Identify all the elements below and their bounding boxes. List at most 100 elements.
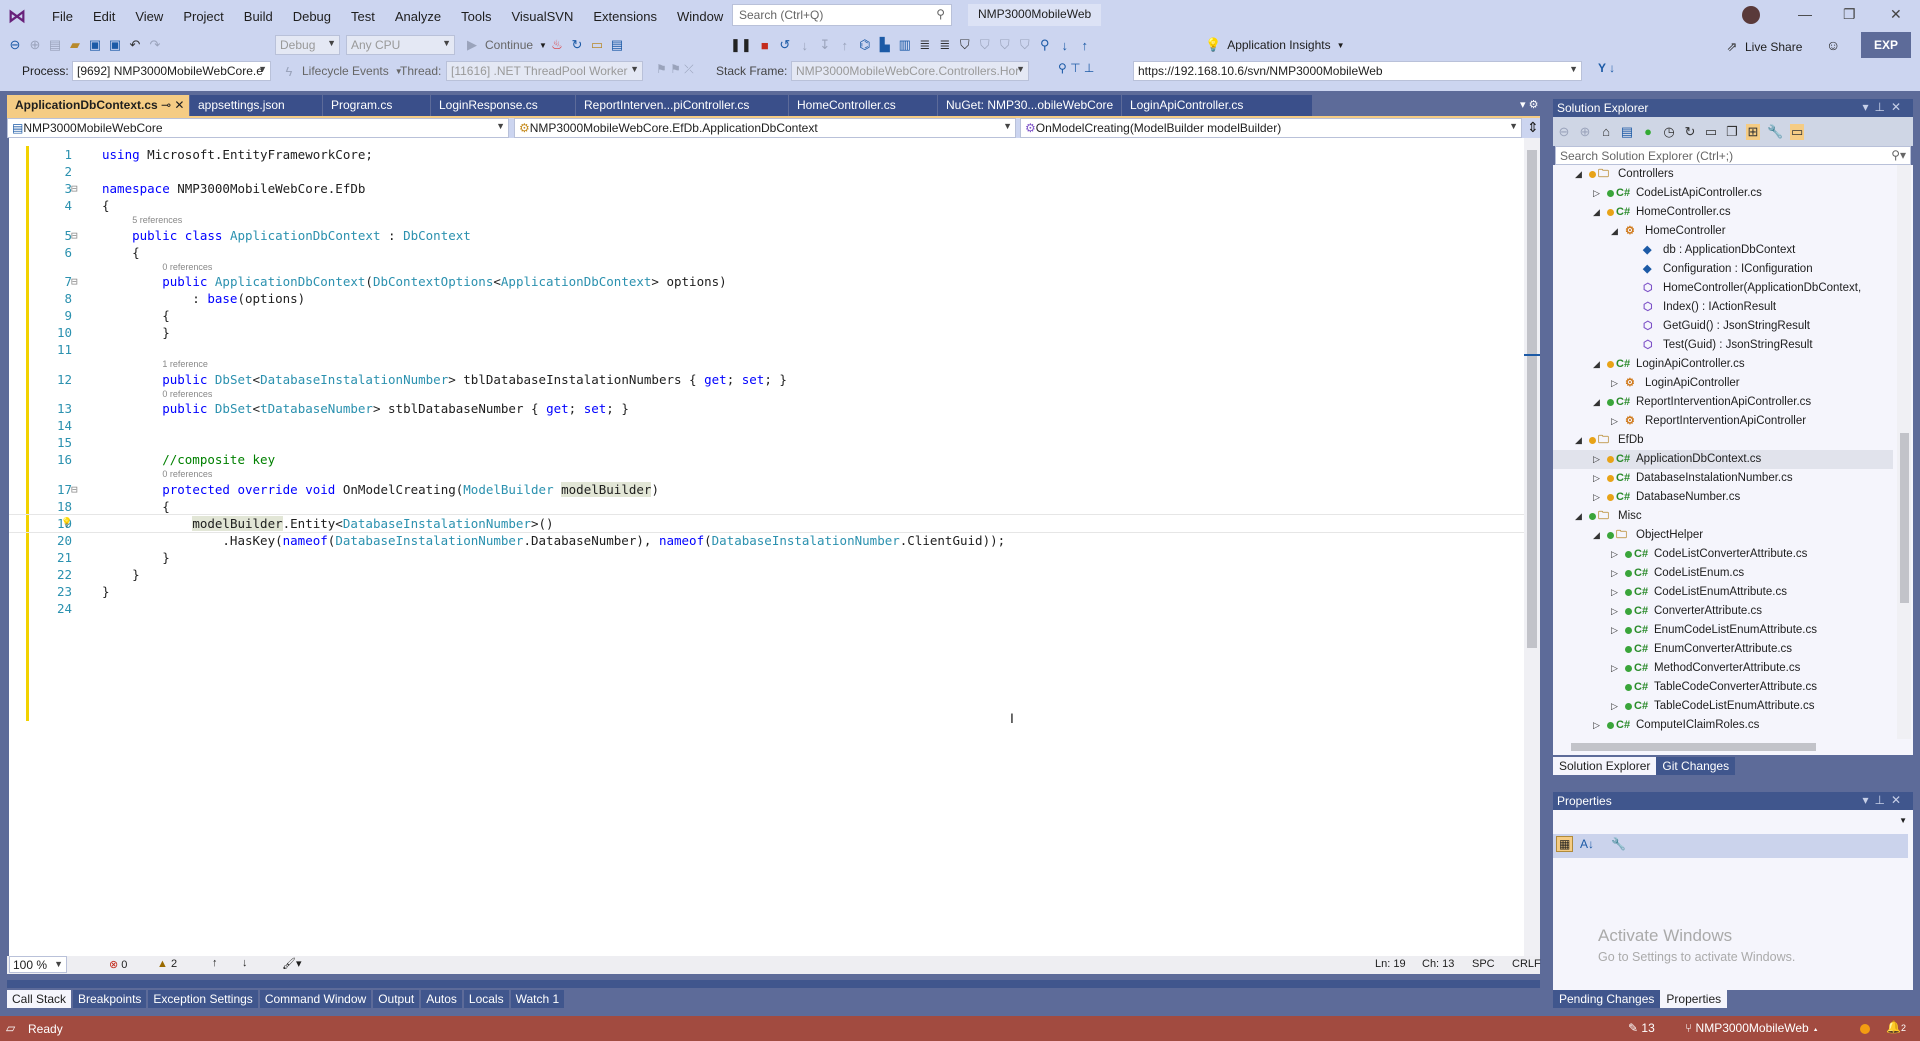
arrow-up-icon[interactable]: ↑ bbox=[1078, 38, 1092, 53]
collapsed-arrow-icon[interactable]: ▷ bbox=[1611, 697, 1621, 716]
new-item-icon[interactable]: ▤ bbox=[48, 37, 62, 53]
breakpoint-toggle-icon[interactable]: ▙ bbox=[878, 37, 892, 53]
next-issue-icon[interactable]: ↓ bbox=[242, 957, 248, 969]
next-bookmark-icon[interactable]: ⛉ bbox=[998, 37, 1012, 53]
lightbulb-icon[interactable]: 💡 bbox=[61, 515, 72, 532]
stop-icon[interactable]: ■ bbox=[758, 38, 772, 53]
bottom-tab[interactable]: Output bbox=[373, 990, 420, 1008]
history-icon[interactable]: ◷ bbox=[1662, 124, 1676, 140]
tree-item[interactable]: ▷ ⚙ ReportInterventionApiController bbox=[1553, 412, 1893, 431]
line-ending[interactable]: CRLF bbox=[1512, 958, 1541, 970]
collapsed-arrow-icon[interactable]: ▷ bbox=[1593, 450, 1603, 469]
flag-thread-icon[interactable]: ⚑ ⚑ ⤫ bbox=[656, 62, 694, 77]
outline-collapse-icon[interactable]: ⊟ bbox=[71, 481, 78, 498]
properties-wrench-icon[interactable]: 🔧 bbox=[1767, 124, 1783, 140]
tab-options-icon[interactable]: ▾ ⚙ bbox=[1520, 98, 1538, 111]
code-text[interactable]: { bbox=[102, 498, 170, 515]
code-text[interactable]: } bbox=[102, 549, 170, 566]
menu-item-edit[interactable]: Edit bbox=[83, 9, 125, 24]
bottom-tab[interactable]: Call Stack bbox=[7, 990, 72, 1008]
avatar[interactable] bbox=[1742, 6, 1760, 24]
tree-item[interactable]: ▷ C# ComputeIClaimRoles.cs bbox=[1553, 716, 1893, 735]
pause-icon[interactable]: ❚❚ bbox=[730, 37, 752, 53]
code-text[interactable]: namespace NMP3000MobileWebCore.EfDb bbox=[102, 180, 365, 197]
tree-item[interactable]: ◆ db : ApplicationDbContext bbox=[1553, 241, 1893, 260]
home-icon[interactable]: ⌂ bbox=[1599, 124, 1613, 139]
lifecycle-events-button[interactable]: ϟ Lifecycle Events ▼ bbox=[282, 59, 403, 83]
feedback-icon[interactable]: ☺ bbox=[1826, 37, 1840, 53]
tree-item[interactable]: ▷ C# DatabaseInstalationNumber.cs bbox=[1553, 469, 1893, 488]
expanded-arrow-icon[interactable]: ◢ bbox=[1593, 526, 1603, 545]
collapsed-arrow-icon[interactable]: ▷ bbox=[1611, 545, 1621, 564]
type-dropdown[interactable]: ⚙NMP3000MobileWebCore.EfDb.ApplicationDb… bbox=[514, 118, 1016, 138]
collapsed-arrow-icon[interactable]: ▷ bbox=[1593, 184, 1603, 203]
menu-item-extensions[interactable]: Extensions bbox=[583, 9, 667, 24]
tree-item[interactable]: ◢ ⚙ HomeController bbox=[1553, 222, 1893, 241]
arrow-down-icon[interactable]: ↓ bbox=[1058, 38, 1072, 53]
collapsed-arrow-icon[interactable]: ▷ bbox=[1611, 602, 1621, 621]
collapse-all-icon[interactable]: ▭ bbox=[1704, 124, 1718, 140]
tab-document[interactable]: appsettings.json bbox=[190, 95, 323, 116]
tree-item[interactable]: ◢ 🗀 Controllers bbox=[1553, 165, 1893, 184]
code-text[interactable]: //composite key bbox=[102, 451, 275, 468]
tree-item[interactable]: ▷ C# CodeListConverterAttribute.cs bbox=[1553, 545, 1893, 564]
bottom-tab[interactable]: Command Window bbox=[259, 990, 372, 1008]
tree-horizontal-scrollbar[interactable] bbox=[1553, 739, 1913, 755]
close-icon[interactable]: ✕ bbox=[1890, 6, 1902, 23]
menu-item-test[interactable]: Test bbox=[341, 9, 385, 24]
platform-select[interactable]: Any CPU ▼ bbox=[346, 35, 455, 55]
bottom-tab[interactable]: Locals bbox=[463, 990, 509, 1008]
collapsed-arrow-icon[interactable]: ▷ bbox=[1611, 621, 1621, 640]
tree-item[interactable]: ◆ Configuration : IConfiguration bbox=[1553, 260, 1893, 279]
tree-item[interactable]: ◢ 🗀 ObjectHelper bbox=[1553, 526, 1893, 545]
tree-item[interactable]: ▷ C# CodeListEnum.cs bbox=[1553, 564, 1893, 583]
clear-bookmarks-icon[interactable]: ⛉ bbox=[1018, 37, 1032, 53]
tree-item[interactable]: ▷ C# CodeListApiController.cs bbox=[1553, 184, 1893, 203]
restore-icon[interactable]: ❐ bbox=[1843, 6, 1856, 23]
prev-bookmark-icon[interactable]: ⛉ bbox=[978, 37, 992, 53]
status-indicator-icon[interactable] bbox=[1860, 1024, 1870, 1034]
menu-item-project[interactable]: Project bbox=[173, 9, 233, 24]
codelens-references[interactable]: 1 reference bbox=[9, 358, 1524, 371]
bottom-tab[interactable]: Exception Settings bbox=[148, 990, 258, 1008]
tree-item[interactable]: ▷ C# MethodConverterAttribute.cs bbox=[1553, 659, 1893, 678]
code-text[interactable]: public ApplicationDbContext(DbContextOpt… bbox=[102, 273, 726, 290]
tree-item[interactable]: ◢ C# ReportInterventionApiController.cs bbox=[1553, 393, 1893, 412]
back-icon[interactable]: ⊖ bbox=[1557, 124, 1571, 140]
tab-document[interactable]: NuGet: NMP30...obileWebCore bbox=[938, 95, 1122, 116]
bottom-tab[interactable]: Breakpoints bbox=[73, 990, 147, 1008]
hot-reload-icon[interactable]: ♨ bbox=[550, 37, 564, 53]
find-icon[interactable]: ⚲ bbox=[1038, 37, 1052, 53]
tab-document[interactable]: LoginApiController.cs bbox=[1122, 95, 1313, 116]
codelens-references[interactable]: 0 references bbox=[9, 468, 1524, 481]
application-insights-button[interactable]: 💡 Application Insights ▼ bbox=[1205, 33, 1345, 57]
tab-document[interactable]: ApplicationDbContext.cs ⊸ ✕ bbox=[7, 95, 190, 116]
alphabetical-icon[interactable]: A↓ bbox=[1580, 837, 1594, 851]
expanded-arrow-icon[interactable]: ◢ bbox=[1575, 431, 1585, 450]
save-all-icon[interactable]: ▣ bbox=[108, 37, 122, 53]
pending-changes-filter-icon[interactable]: ● bbox=[1641, 124, 1655, 139]
tab-document[interactable]: LoginResponse.cs bbox=[431, 95, 576, 116]
code-text[interactable]: protected override void OnModelCreating(… bbox=[102, 481, 659, 498]
preview-icon[interactable]: ▭ bbox=[1790, 123, 1805, 140]
warning-count[interactable]: ▲ 2 bbox=[157, 958, 177, 970]
expanded-arrow-icon[interactable]: ◢ bbox=[1593, 393, 1603, 412]
menu-item-window[interactable]: Window bbox=[667, 9, 733, 24]
sync-icon[interactable]: ↻ bbox=[1683, 124, 1697, 140]
outline-collapse-icon[interactable]: ⊟ bbox=[71, 273, 78, 290]
show-next-statement-icon[interactable]: ▤ bbox=[610, 37, 624, 53]
menu-item-build[interactable]: Build bbox=[234, 9, 283, 24]
switch-views-icon[interactable]: ▤ bbox=[1620, 124, 1634, 140]
collapsed-arrow-icon[interactable]: ▷ bbox=[1611, 564, 1621, 583]
continue-button[interactable]: ▶ Continue ▼ bbox=[465, 33, 547, 57]
outline-collapse-icon[interactable]: ⊟ bbox=[71, 227, 78, 244]
tree-item[interactable]: ⬡ HomeController(ApplicationDbContext, bbox=[1553, 279, 1893, 298]
tree-item[interactable]: ▷ C# EnumCodeListEnumAttribute.cs bbox=[1553, 621, 1893, 640]
collapsed-arrow-icon[interactable]: ▷ bbox=[1593, 469, 1603, 488]
tab-document[interactable]: ReportInterven...piController.cs bbox=[576, 95, 789, 116]
tab-document[interactable]: Program.cs bbox=[323, 95, 431, 116]
code-text[interactable]: .HasKey(nameof(DatabaseInstalationNumber… bbox=[102, 532, 1005, 549]
code-text[interactable]: modelBuilder.Entity<DatabaseInstalationN… bbox=[102, 515, 554, 532]
save-icon[interactable]: ▣ bbox=[88, 37, 102, 53]
configuration-select[interactable]: Debug ▼ bbox=[275, 35, 340, 55]
